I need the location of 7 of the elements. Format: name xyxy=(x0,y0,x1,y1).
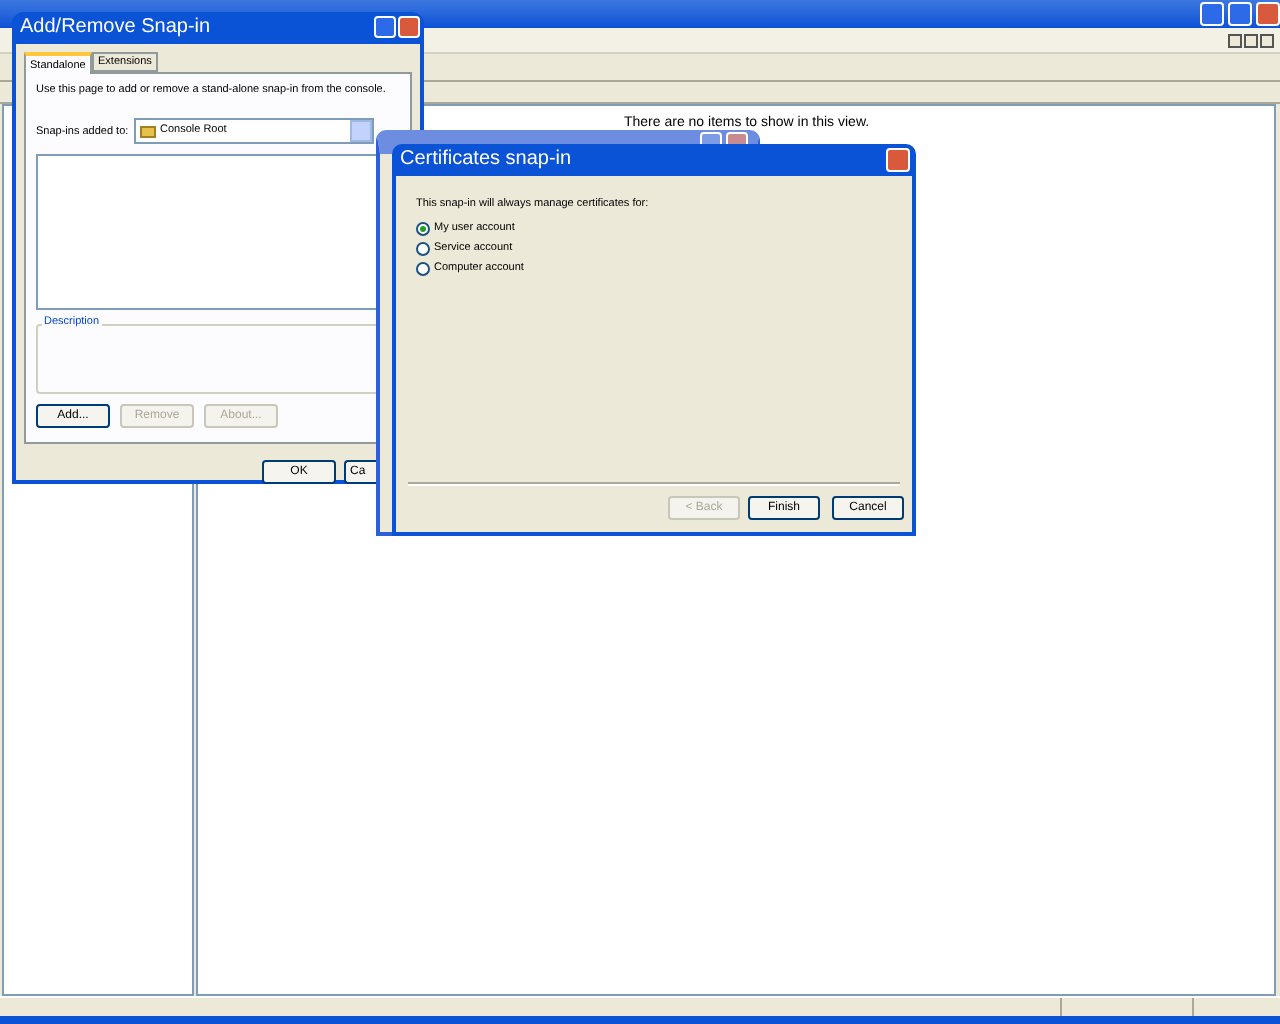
radio-button[interactable] xyxy=(416,242,430,256)
dialog-title: Certificates snap-in xyxy=(400,148,572,172)
folder-icon xyxy=(140,126,156,138)
radio-button[interactable] xyxy=(416,222,430,236)
dialog-title: Add/Remove Snap-in xyxy=(20,16,211,40)
radio-button[interactable] xyxy=(416,262,430,276)
snapin-list[interactable] xyxy=(36,154,380,310)
